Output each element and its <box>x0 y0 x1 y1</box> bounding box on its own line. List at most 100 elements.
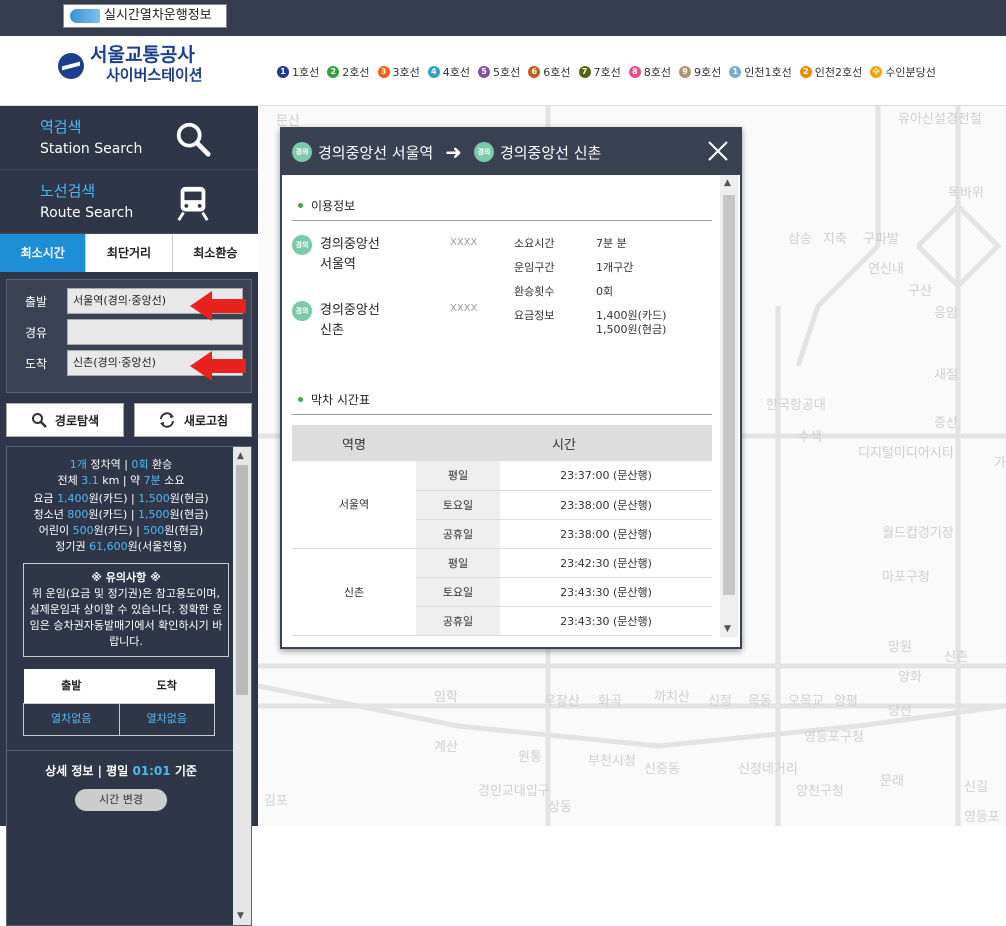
map-station-label[interactable]: 목동 <box>748 690 772 709</box>
station-search-label-en: Station Search <box>40 141 143 157</box>
route-search-label-en: Route Search <box>40 205 134 221</box>
route-summary-panel: 1개 정차역 | 0회 환승 전체 3.1 km | 약 7분 소요 요금 1,… <box>6 446 252 926</box>
line-label: 인천2호선 <box>814 66 863 79</box>
timetable-station: 서울역 <box>292 461 416 549</box>
popup-scrollbar[interactable]: ▲ ▼ <box>720 175 738 637</box>
site-header: 서울교통공사 사이버스테이션 1 1호선 2 2호선 3 3호선 4 4호선 5 5호선 6 6호선 7… <box>0 36 1006 106</box>
timetable-day: 평일 <box>416 461 500 491</box>
top-bar: 실시간열차운행정보 <box>0 0 1006 36</box>
map-station-label[interactable]: 망원 <box>888 636 912 655</box>
map-station-label[interactable]: 가좌 <box>994 452 1006 471</box>
line-menu-item[interactable]: 9 9호선 <box>679 64 721 80</box>
line-label: 9호선 <box>694 66 722 79</box>
map-station-label[interactable]: 새절 <box>934 364 958 383</box>
scroll-down-icon[interactable]: ▼ <box>237 911 244 921</box>
route-search-nav[interactable]: 노선검색 Route Search <box>0 170 258 234</box>
map-station-label[interactable]: 수색 <box>798 426 822 445</box>
summary-scrollbar[interactable]: ▲ ▼ <box>233 447 251 925</box>
map-station-label[interactable]: 마포구청 <box>882 566 930 585</box>
map-station-label[interactable]: 화곡 <box>598 690 622 709</box>
line-label: 2호선 <box>342 66 370 79</box>
map-station-label[interactable]: 김포 <box>264 790 288 809</box>
close-icon[interactable] <box>706 139 730 163</box>
timetable-time: 23:38:00 (문산행) <box>500 519 712 549</box>
line-menu-item[interactable]: 4 4호선 <box>427 64 470 80</box>
timetable-time: 23:38:00 (문산행) <box>500 490 712 520</box>
map-station-label[interactable]: 디지털미디어시티 <box>858 442 954 461</box>
line-menu-item[interactable]: 6 6호선 <box>528 64 571 80</box>
map-station-label[interactable]: 한국항공대 <box>766 394 826 413</box>
via-input[interactable] <box>67 319 243 345</box>
line-menu-item[interactable]: 8 8호선 <box>628 64 671 80</box>
depart-label: 출발 <box>25 294 48 309</box>
logo-subtitle: 사이버스테이션 <box>106 67 203 84</box>
map-station-label[interactable]: 영등포구청 <box>804 726 864 745</box>
scroll-down-icon[interactable]: ▼ <box>724 624 731 634</box>
map-station-label[interactable]: 신정 <box>708 690 732 709</box>
scroll-up-icon[interactable]: ▲ <box>237 451 244 461</box>
realtime-train-info-button[interactable]: 실시간열차운행정보 <box>63 4 227 28</box>
timetable-station: 신촌 <box>292 548 416 636</box>
scrollbar-thumb[interactable] <box>236 465 248 695</box>
line-menu-item[interactable]: 1 1호선 <box>277 64 319 80</box>
map-station-label[interactable]: 양천구청 <box>796 780 844 799</box>
logo-title: 서울교통공사 <box>90 45 195 66</box>
station-search-nav[interactable]: 역검색 Station Search <box>0 106 258 170</box>
line-menu-item[interactable]: 7 7호선 <box>578 64 621 80</box>
map-station-label[interactable]: 목바위 <box>948 182 984 201</box>
map-station-label[interactable]: 경인교대입구 <box>478 780 550 799</box>
timetable-time: 23:43:30 (문산행) <box>500 577 712 607</box>
map-station-label[interactable]: 상동 <box>548 796 572 815</box>
line-menu-item[interactable]: 2 2호선 <box>327 64 370 80</box>
map-station-label[interactable]: 문래 <box>880 770 904 789</box>
map-station-label[interactable]: 신길 <box>964 776 988 795</box>
map-station-label[interactable]: 구파발 <box>863 228 899 247</box>
refresh-button[interactable]: 새로고침 <box>134 403 252 437</box>
map-station-label[interactable]: 삼송 <box>788 228 812 247</box>
map-station-label[interactable]: 응암 <box>934 302 958 321</box>
map-station-label[interactable]: 신중동 <box>644 758 680 777</box>
timetable-time: 23:43:30 (문산행) <box>500 606 712 636</box>
line-menu-item[interactable]: 2 인천2호선 <box>799 64 863 80</box>
line-menu-item[interactable]: 3 3호선 <box>377 64 420 80</box>
map-station-label[interactable]: 신촌 <box>944 646 968 665</box>
map-station-label[interactable]: 원통 <box>518 746 542 765</box>
map-station-label[interactable]: 우장산 <box>544 690 580 709</box>
map-station-label[interactable]: 영등포 <box>964 806 1000 825</box>
duration-label: 소요시간 <box>514 237 555 250</box>
map-station-label[interactable]: 계산 <box>434 736 458 755</box>
logo[interactable]: 서울교통공사 사이버스테이션 <box>58 46 203 86</box>
line-badge-icon: 4 <box>427 66 440 78</box>
map-station-label[interactable]: 구산 <box>908 280 932 299</box>
time-change-button[interactable]: 시간 변경 <box>75 788 167 811</box>
map-station-label[interactable]: 유아신설경전철 <box>898 108 982 127</box>
map-station-label[interactable]: 까치산 <box>654 686 690 705</box>
tt-header-time: 시간 <box>416 425 712 461</box>
line-menu-item[interactable]: 1 인천1호선 <box>729 64 792 80</box>
line-badge-icon: 9 <box>679 66 691 78</box>
scroll-up-icon[interactable]: ▲ <box>724 178 731 188</box>
route-search-button[interactable]: 경로탐색 <box>6 403 124 437</box>
line-menu-item[interactable]: 수 수인분당선 <box>870 64 936 80</box>
map-station-label[interactable]: 월드컵경기장 <box>882 522 954 541</box>
map-station-label[interactable]: 연신내 <box>868 258 904 277</box>
map-station-label[interactable]: 신정네거리 <box>738 758 798 777</box>
map-station-label[interactable]: 부천시청 <box>588 750 636 769</box>
tab-minimum-transfer[interactable]: 최소환승 <box>172 234 258 272</box>
map-station-label[interactable]: 당산 <box>888 700 912 719</box>
popup-scrollbar-thumb[interactable] <box>723 195 735 595</box>
map-station-label[interactable]: 오목교 <box>788 690 824 709</box>
line-menu-item[interactable]: 5 5호선 <box>478 64 520 80</box>
map-station-label[interactable]: 지축 <box>823 228 847 247</box>
timetable-day: 공휴일 <box>416 606 500 636</box>
tab-shortest-distance[interactable]: 최단거리 <box>86 234 173 272</box>
train-icon <box>70 9 100 23</box>
popup-body: 이용정보 경의 경의중앙선 서울역 경의 경의중앙선 신촌 XXXX XXXX 소요… <box>282 175 722 647</box>
tab-minimum-time[interactable]: 최소시간 <box>0 234 87 272</box>
line-label: 수인분당선 <box>885 66 936 79</box>
map-station-label[interactable]: 양화 <box>898 666 922 685</box>
map-station-label[interactable]: 임학 <box>434 686 458 705</box>
masked-code-2: XXXX <box>450 303 478 314</box>
map-station-label[interactable]: 증산 <box>934 412 958 431</box>
map-station-label[interactable]: 양평 <box>834 690 858 709</box>
